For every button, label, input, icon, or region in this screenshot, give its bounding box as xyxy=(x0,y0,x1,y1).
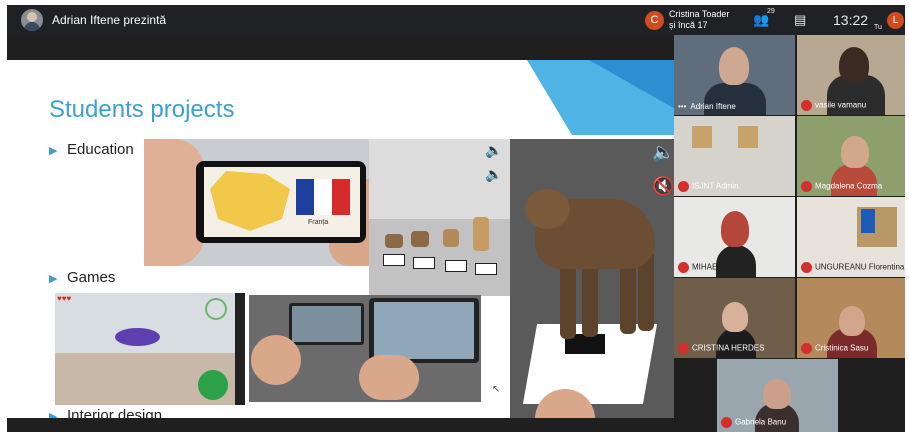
bullet-education: Education xyxy=(67,141,134,158)
speaker-icon: 🔈 xyxy=(485,142,503,158)
user-avatar[interactable]: L xyxy=(887,12,904,29)
mic-off-icon xyxy=(678,181,689,192)
meet-window: Adrian Iftene prezintă C Cristina Toader… xyxy=(7,5,905,432)
you-label: Tu xyxy=(874,24,882,31)
participant-name: Cristinica Sasu xyxy=(815,343,869,353)
participant-avatar[interactable]: C xyxy=(645,11,664,30)
chat-icon[interactable]: ▤ xyxy=(794,12,806,28)
animals-photo xyxy=(369,139,510,296)
top-bar: Adrian Iftene prezintă C Cristina Toader… xyxy=(7,5,905,35)
participant-tile[interactable]: UNGUREANU Florentina xyxy=(797,197,905,277)
presenter-avatar xyxy=(21,9,43,31)
people-count: 29 xyxy=(767,8,775,15)
mic-off-icon xyxy=(721,417,732,428)
education-photo: Franța xyxy=(144,139,369,266)
mic-off-icon xyxy=(678,343,689,354)
participant-name: Gabriela Banu xyxy=(735,417,787,427)
bear-ar-photo xyxy=(510,139,674,418)
participant-tile[interactable]: ISJNT Admin xyxy=(674,116,795,196)
bullet-arrow-icon: ▶ xyxy=(49,411,58,418)
mic-off-icon xyxy=(801,100,812,111)
participant-tile[interactable]: CRISTINA HERDES xyxy=(674,278,795,358)
bullet-arrow-icon: ▶ xyxy=(49,145,58,157)
speaker-muted-icon: 🔇 xyxy=(652,176,674,196)
speaker-icon: 🔈 xyxy=(652,142,674,162)
mic-off-icon xyxy=(801,181,812,192)
participant-name: vasile vamanu xyxy=(815,100,867,110)
participants-more[interactable]: și încă 17 xyxy=(669,20,708,30)
mic-off-icon xyxy=(801,343,812,354)
presenting-label: Adrian Iftene prezintă xyxy=(52,13,167,27)
slide-title: Students projects xyxy=(49,96,235,123)
game-photo xyxy=(249,295,481,402)
participants-name[interactable]: Cristina Toader xyxy=(669,9,729,19)
mic-off-icon xyxy=(678,262,689,273)
participant-tile[interactable]: Magdalena Cozma xyxy=(797,116,905,196)
participant-tile[interactable]: ••• Adrian Iftene xyxy=(674,35,795,115)
presentation-slide: Students projects ▶ Education ▶ Games ▶ … xyxy=(7,60,674,418)
participant-name: Adrian Iftene xyxy=(690,102,736,111)
participant-tile[interactable]: MIHAELA MONU xyxy=(674,197,795,277)
clock: 13:22 xyxy=(833,12,869,28)
participant-name: MIHAELA MONU xyxy=(692,262,754,272)
bullet-interior-design: Interior design xyxy=(67,407,163,418)
more-options-icon[interactable]: ••• xyxy=(678,102,686,111)
game-screenshot: ♥♥♥ xyxy=(55,293,245,405)
mic-off-icon xyxy=(801,262,812,273)
participant-tile[interactable]: Cristinica Sasu xyxy=(797,278,905,358)
bullet-games: Games xyxy=(67,269,116,286)
speaker-icon: 🔈 xyxy=(485,166,503,182)
participant-name: UNGUREANU Florentina xyxy=(815,262,905,272)
participant-tile[interactable]: Gabriela Banu xyxy=(717,359,838,432)
participant-name: Magdalena Cozma xyxy=(815,181,883,191)
mouse-cursor-icon: ↖ xyxy=(492,384,501,395)
hearts-icon: ♥♥♥ xyxy=(57,294,72,303)
participant-tile[interactable]: vasile vamanu xyxy=(797,35,905,115)
participant-name: ISJNT Admin xyxy=(692,181,739,191)
participant-name: CRISTINA HERDES xyxy=(692,343,765,353)
flag-label: Franța xyxy=(308,219,329,226)
bullet-arrow-icon: ▶ xyxy=(49,273,58,285)
